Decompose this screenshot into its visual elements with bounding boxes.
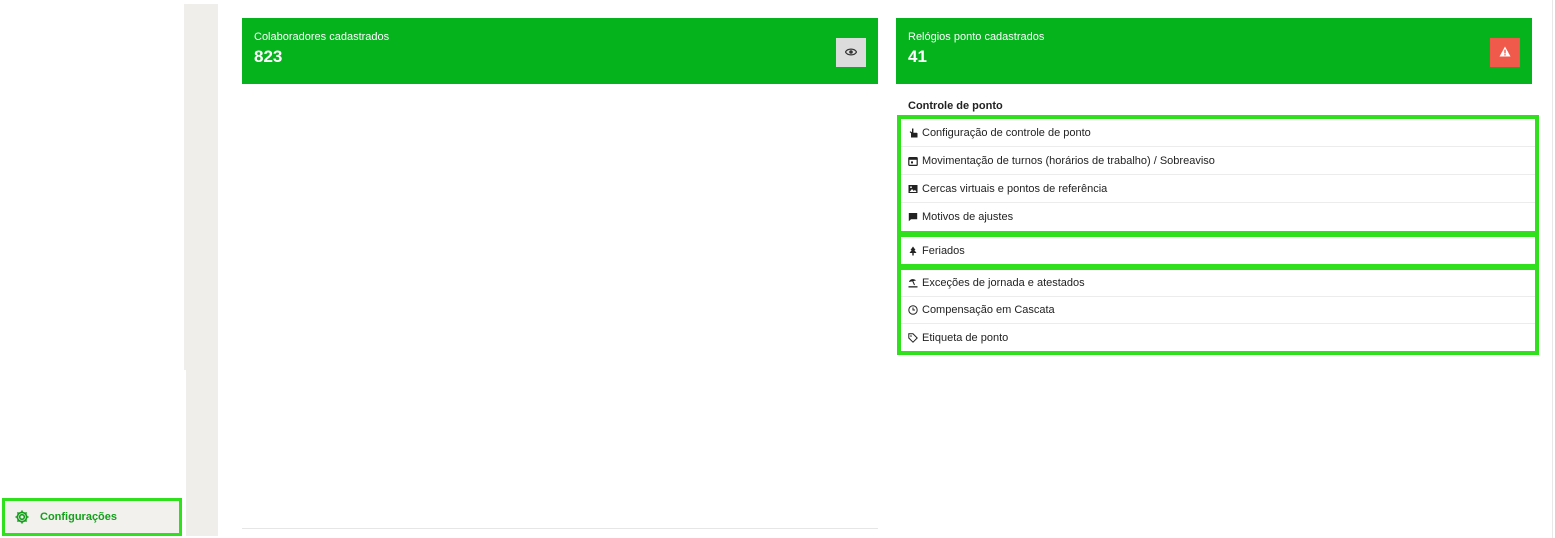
menu-item-label: Exceções de jornada e atestados [922,277,1085,289]
menu-item-label: Configuração de controle de ponto [922,126,1091,139]
comment-icon [908,212,918,222]
menu-item-label: Movimentação de turnos (horários de trab… [922,154,1215,167]
menu-item-label: Compensação em Cascata [922,304,1055,316]
card-value: 41 [908,47,927,66]
menu-item-label: Cercas virtuais e pontos de referência [922,182,1108,195]
hand-pointer-icon [908,128,918,138]
sidebar: Configurações [0,0,184,538]
menu-item-cercas-virtuais[interactable]: Cercas virtuais e pontos de referência [901,175,1535,203]
card-value: 823 [254,47,283,66]
menu-group-2: Feriados [897,233,1539,268]
clocks-card: Relógios ponto cadastrados 41 [896,18,1532,84]
eye-icon [844,44,858,62]
menu-group-3: Exceções de jornada e atestados Compensa… [897,266,1539,355]
panel-divider [242,528,878,529]
menu-item-configuracao-controle-ponto[interactable]: Configuração de controle de ponto [901,119,1535,147]
gear-icon [14,509,30,525]
sidebar-item-configuracoes[interactable]: Configurações [2,498,182,536]
warning-icon [1499,44,1511,62]
umbrella-beach-icon [908,278,918,288]
sidebar-item-label: Configurações [40,511,118,523]
card-title: Relógios ponto cadastrados [908,31,1045,43]
view-button[interactable] [836,38,866,67]
menu-item-motivos-ajustes[interactable]: Motivos de ajustes [901,203,1535,231]
menu-group-1: Configuração de controle de ponto Movime… [897,115,1539,235]
menu-item-label: Feriados [922,244,965,257]
clock-icon [908,305,918,315]
divider-gap [184,370,186,536]
sidebar-divider [184,4,218,536]
section-title: Controle de ponto [908,100,1003,112]
menu-item-etiqueta-ponto[interactable]: Etiqueta de ponto [901,324,1535,351]
menu-item-excecoes-jornada[interactable]: Exceções de jornada e atestados [901,270,1535,297]
tree-icon [908,246,918,256]
menu-item-label: Etiqueta de ponto [922,331,1009,344]
menu-item-compensacao-cascata[interactable]: Compensação em Cascata [901,297,1535,324]
menu-item-feriados[interactable]: Feriados [901,237,1535,264]
collaborators-card: Colaboradores cadastrados 823 [242,18,878,84]
image-icon [908,184,918,194]
menu-item-movimentacao-turnos[interactable]: Movimentação de turnos (horários de trab… [901,147,1535,175]
calendar-icon [908,156,918,166]
menu-item-label: Motivos de ajustes [922,211,1014,223]
tag-icon [908,332,918,343]
card-title: Colaboradores cadastrados [254,31,390,43]
warning-button[interactable] [1490,38,1520,67]
scroll-edge [1552,0,1553,538]
